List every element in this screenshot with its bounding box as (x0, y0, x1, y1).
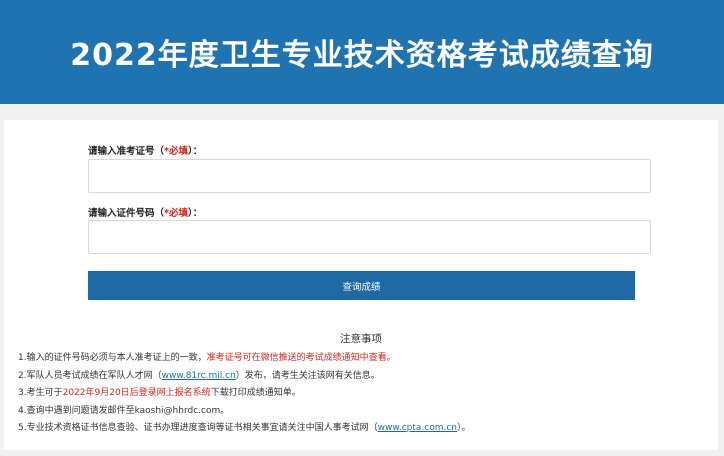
81rc-link[interactable]: www.81rc.mil.cn (162, 371, 236, 381)
idcard-label-text: 请输入证件号码 (88, 208, 155, 219)
notice-3-text-end: 下载打印成绩通知单。 (210, 388, 301, 398)
notice-line-2: 2.军队人员考试成绩在军队人才网（www.81rc.mil.cn）发布，请考生关… (18, 368, 380, 381)
notice-1-text: 1.输入的证件号码必须与本人准考证上的一致， (18, 353, 207, 363)
notice-5-text-end: ）。 (457, 423, 471, 433)
admission-label-text: 请输入准考证号 (88, 146, 155, 157)
notice-2-text-end: ）发布，请考生关注该网有关信息。 (235, 371, 380, 381)
notice-2-text: 2.军队人员考试成绩在军队人才网（ (18, 371, 162, 381)
id-number-input[interactable] (88, 220, 651, 254)
admission-req-open: （ (154, 146, 165, 157)
idcard-required-mark: *必填 (164, 208, 188, 219)
id-number-label: 请输入证件号码（*必填）： (88, 205, 202, 219)
page-title: 2022年度卫生专业技术资格考试成绩查询 (70, 38, 654, 73)
cpta-link[interactable]: www.cpta.com.cn (378, 423, 457, 433)
admission-number-input[interactable] (88, 159, 651, 193)
query-score-button[interactable]: 查询成绩 (88, 271, 635, 300)
notice-line-3: 3.考生可于2022年9月20日后登录网上报名系统下载打印成绩通知单。 (18, 385, 301, 398)
notice-3-text: 3.考生可于 (18, 388, 63, 398)
notice-line-1: 1.输入的证件号码必须与本人准考证上的一致，准考证号可在微信推送的考试成绩通知中… (18, 350, 396, 363)
admission-required-mark: *必填 (164, 146, 188, 157)
admission-req-close: ）： (188, 146, 203, 157)
idcard-req-close: ）： (188, 208, 203, 219)
notice-title: 注意事项 (340, 333, 382, 345)
query-panel: 请输入准考证号（*必填）： 请输入证件号码（*必填）： 查询成绩 注意事项 1.… (4, 120, 718, 450)
notice-line-5: 5.专业技术资格证书信息查验、证书办理进度查询等证书相关事宜请关注中国人事考试网… (18, 420, 471, 433)
notice-4-text: 4.查询中遇到问题请发邮件至kaoshi@hhrdc.com。 (18, 406, 230, 416)
notice-line-4: 4.查询中遇到问题请发邮件至kaoshi@hhrdc.com。 (18, 403, 229, 416)
notice-3-date-highlight: 2022年9月20日后登录网上报名系统 (62, 388, 211, 398)
idcard-req-open: （ (154, 208, 165, 219)
notice-5-text: 5.专业技术资格证书信息查验、证书办理进度查询等证书相关事宜请关注中国人事考试网… (18, 423, 378, 433)
header-banner: 2022年度卫生专业技术资格考试成绩查询 (0, 0, 724, 104)
admission-number-label: 请输入准考证号（*必填）： (88, 143, 202, 157)
notice-1-highlight: 准考证号可在微信推送的考试成绩通知中查看。 (206, 353, 396, 363)
